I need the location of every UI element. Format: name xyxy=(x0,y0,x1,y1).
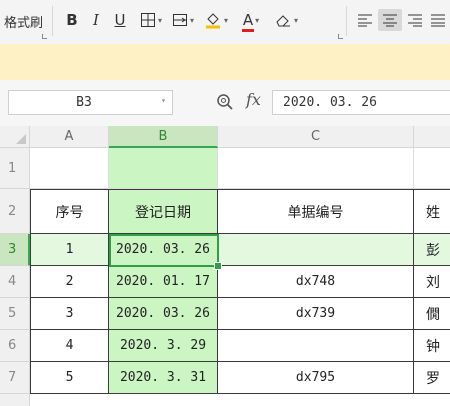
merge-cells-icon xyxy=(172,14,187,26)
align-right-icon xyxy=(408,14,422,27)
clear-format-button[interactable]: ▾ xyxy=(270,9,302,31)
cell-a2[interactable]: 序号 xyxy=(30,189,109,234)
ribbon-toolbar: 格式刷 B I U ▾ ▾ ▾ A ▾ ▾ xyxy=(0,0,450,45)
name-box-value: B3 xyxy=(76,95,92,110)
cell-a1[interactable] xyxy=(30,148,109,189)
chevron-down-icon[interactable]: ▾ xyxy=(161,96,166,105)
merge-cells-button[interactable]: ▾ xyxy=(168,9,198,31)
chevron-down-icon: ▾ xyxy=(223,15,228,25)
cell-seq-row-4[interactable]: 2 xyxy=(30,266,109,298)
borders-button[interactable]: ▾ xyxy=(136,9,166,31)
divider xyxy=(346,6,347,36)
chevron-down-icon: ▾ xyxy=(157,15,162,25)
fx-icon[interactable]: fx xyxy=(246,90,261,109)
justify-icon xyxy=(431,14,445,27)
column-header-b[interactable]: B xyxy=(109,126,218,148)
chevron-down-icon: ▾ xyxy=(293,15,298,25)
cell-name-row-4[interactable]: 刘 xyxy=(414,266,450,298)
column-header-d[interactable] xyxy=(414,126,450,148)
row-header-3[interactable]: 3 xyxy=(0,234,30,266)
align-left-button[interactable] xyxy=(354,9,376,31)
cell-seq-row-3[interactable]: 1 xyxy=(30,234,109,266)
zoom-icon[interactable] xyxy=(216,93,234,111)
row-header-5[interactable]: 5 xyxy=(0,298,30,330)
fill-handle[interactable] xyxy=(214,262,222,270)
cell-name-row-5[interactable]: 僩 xyxy=(414,298,450,330)
chevron-down-icon: ▾ xyxy=(255,15,260,25)
row-header-1[interactable]: 1 xyxy=(0,148,30,189)
justify-button[interactable] xyxy=(428,9,448,31)
cell-c1[interactable] xyxy=(218,148,414,189)
cell-name-row-3[interactable]: 彭 xyxy=(414,234,450,266)
cell-seq-row-5[interactable]: 3 xyxy=(30,298,109,330)
font-color-button[interactable]: A ▾ xyxy=(236,9,266,32)
cell-b1[interactable] xyxy=(109,148,218,189)
format-painter-label[interactable]: 格式刷 xyxy=(4,12,43,31)
cell-c2[interactable]: 单据编号 xyxy=(218,189,414,234)
cell-seq-row-7[interactable]: 5 xyxy=(30,362,109,394)
cell-date-row-6[interactable]: 2020. 3. 29 xyxy=(109,330,218,362)
row-header-6[interactable]: 6 xyxy=(0,330,30,362)
cell-b2[interactable]: 登记日期 xyxy=(109,189,218,234)
eraser-icon xyxy=(276,15,290,27)
select-all-corner[interactable] xyxy=(0,126,30,148)
cell-date-row-3[interactable]: 2020. 03. 26 xyxy=(109,234,218,266)
cell-doc-no-row-3[interactable] xyxy=(218,234,414,266)
column-header-c[interactable]: C xyxy=(218,126,414,148)
formula-input[interactable]: 2020. 03. 26 xyxy=(272,90,450,115)
column-header-a[interactable]: A xyxy=(30,126,109,148)
align-left-icon xyxy=(358,14,372,27)
notification-bar xyxy=(0,44,450,81)
name-box[interactable]: B3 ▾ xyxy=(8,90,173,115)
cell-date-row-4[interactable]: 2020. 01. 17 xyxy=(109,266,218,298)
row-header-2[interactable]: 2 xyxy=(0,189,30,234)
align-right-button[interactable] xyxy=(404,9,426,31)
cell-seq-row-6[interactable]: 4 xyxy=(30,330,109,362)
cell-date-row-5[interactable]: 2020. 03. 26 xyxy=(109,298,218,330)
fill-color-button[interactable]: ▾ xyxy=(200,9,232,31)
italic-button[interactable]: I xyxy=(86,9,106,31)
row-header-7[interactable]: 7 xyxy=(0,362,30,394)
cell-name-row-6[interactable]: 钟 xyxy=(414,330,450,362)
select-all-icon xyxy=(16,134,26,144)
spreadsheet-grid: A B C 1 2 3 4 5 6 7 序号 登记日期 单据编号 姓 1 2020… xyxy=(0,126,450,406)
cell-name-row-7[interactable]: 罗 xyxy=(414,362,450,394)
underline-button[interactable]: U xyxy=(110,9,130,31)
cell-d2[interactable]: 姓 xyxy=(414,189,450,234)
row-header-8[interactable] xyxy=(0,394,30,406)
paint-bucket-icon xyxy=(205,13,220,29)
font-color-swatch xyxy=(241,29,254,32)
align-center-icon xyxy=(383,14,397,27)
dialog-launcher-icon[interactable] xyxy=(42,34,47,39)
formula-bar: B3 ▾ fx 2020. 03. 26 xyxy=(0,80,450,126)
cell-doc-no-row-5[interactable]: dx739 xyxy=(218,298,414,330)
cell-doc-no-row-4[interactable]: dx748 xyxy=(218,266,414,298)
dialog-launcher-icon[interactable] xyxy=(338,34,343,39)
divider xyxy=(52,6,53,36)
cell-d1[interactable] xyxy=(414,148,450,189)
cell-doc-no-row-6[interactable] xyxy=(218,330,414,362)
cell-doc-no-row-7[interactable]: dx795 xyxy=(218,362,414,394)
bold-button[interactable]: B xyxy=(62,9,82,31)
cell-date-row-7[interactable]: 2020. 3. 31 xyxy=(109,362,218,394)
borders-icon xyxy=(140,13,155,27)
chevron-down-icon: ▾ xyxy=(189,15,194,25)
align-center-button[interactable] xyxy=(378,9,402,31)
row-header-4[interactable]: 4 xyxy=(0,266,30,298)
